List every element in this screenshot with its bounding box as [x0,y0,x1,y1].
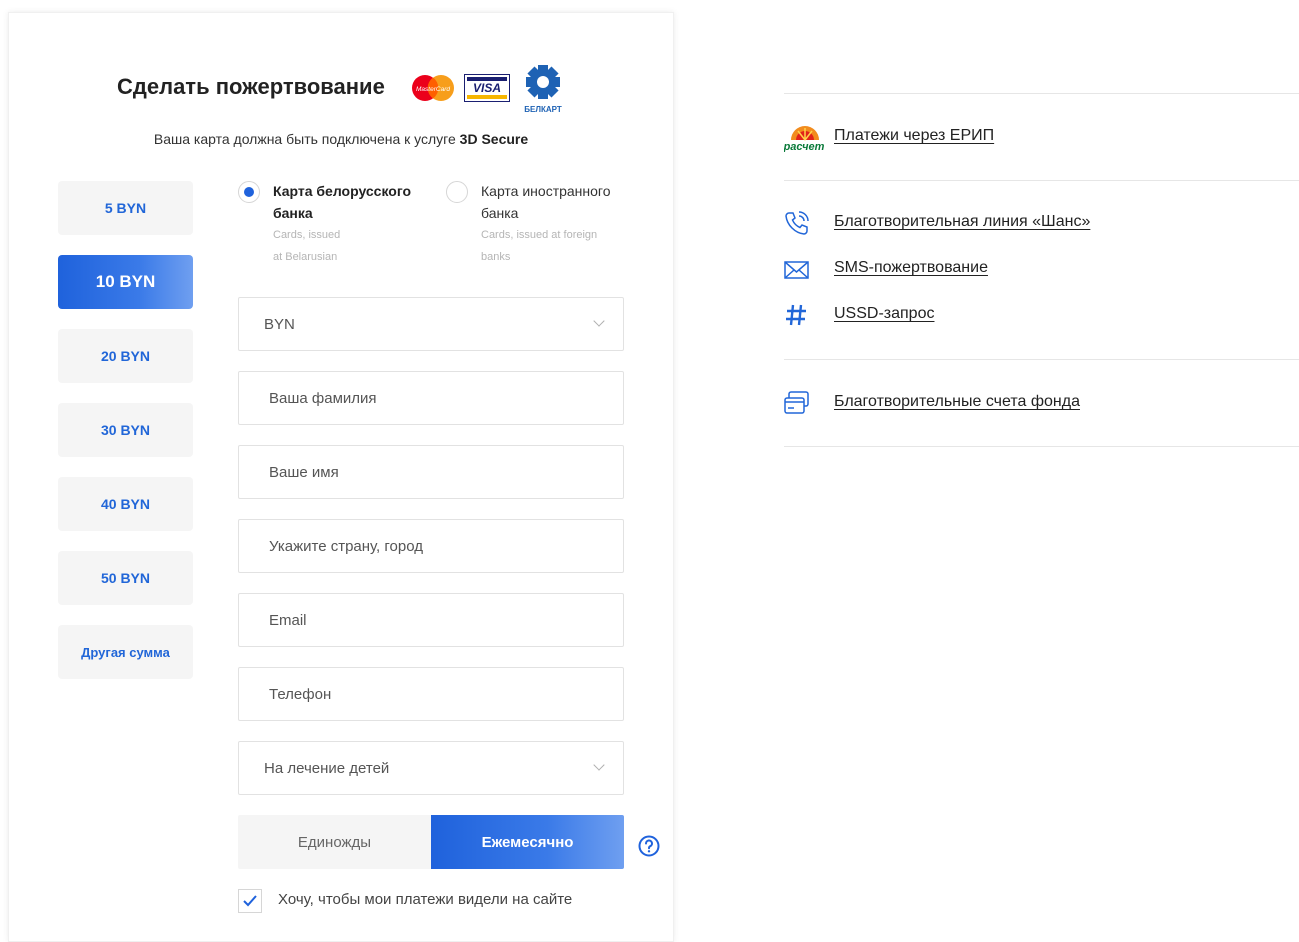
currency-select[interactable]: BYN [238,297,624,351]
card-foreign-note-line1: Cards, issued at foreign [481,229,598,241]
frequency-monthly-button[interactable]: Ежемесячно [431,815,624,869]
card-foreign-radio[interactable] [446,181,468,203]
amount-other-button[interactable]: Другая сумма [58,625,193,679]
surname-input[interactable]: Ваша фамилия [238,371,624,425]
name-input[interactable]: Ваше имя [238,445,624,499]
card-belarus-label-line1[interactable]: Карта белорусского [273,180,411,202]
chevron-down-icon [593,759,605,771]
form-title: Сделать пожертвование [117,74,385,99]
svg-text:MasterCard: MasterCard [416,86,450,93]
visa-logo: VISA [464,74,510,102]
chevron-down-icon [593,315,605,327]
card-foreign-note-line2: banks [481,251,511,263]
divider [784,93,1299,94]
hash-icon [786,304,806,326]
amount-10-button[interactable]: 10 BYN [58,255,193,309]
divider [784,446,1299,447]
card-foreign-label-line2[interactable]: банка [481,202,518,224]
location-input[interactable]: Укажите страну, город [238,519,624,573]
amount-20-button[interactable]: 20 BYN [58,329,193,383]
amount-30-button[interactable]: 30 BYN [58,403,193,457]
email-input[interactable]: Email [238,593,624,647]
erip-payments-link[interactable]: Платежи через ЕРИП [834,127,994,145]
card-belarus-radio[interactable] [238,181,260,203]
help-icon[interactable] [638,835,660,857]
divider [784,359,1299,360]
svg-text:БЕЛКАРТ: БЕЛКАРТ [524,105,562,114]
ussd-request-link[interactable]: USSD-запрос [834,305,934,323]
divider [784,180,1299,181]
amount-40-button[interactable]: 40 BYN [58,477,193,531]
charity-accounts-link[interactable]: Благотворительные счета фонда [834,393,1080,411]
card-belarus-label-line2[interactable]: банка [273,202,313,224]
sms-donation-link[interactable]: SMS-пожертвование [834,259,988,277]
purpose-select[interactable]: На лечение детей [238,741,624,795]
phone-input[interactable]: Телефон [238,667,624,721]
secure-notice: Ваша карта должна быть подключена к услу… [153,131,529,147]
card-belarus-note-line2: at Belarusian [273,251,338,263]
frequency-once-button[interactable]: Единожды [238,815,431,869]
svg-text:расчет: расчет [784,141,825,152]
charity-hotline-link[interactable]: Благотворительная линия «Шанс» [834,213,1090,231]
card-foreign-label-line1[interactable]: Карта иностранного [481,180,611,202]
public-payments-checkbox[interactable] [238,889,262,913]
card-icon [784,391,809,414]
belkart-logo: БЕЛКАРТ [524,65,562,114]
erip-raschet-logo: расчет [784,126,825,152]
checkmark-icon [243,895,257,907]
public-payments-label[interactable]: Хочу, чтобы мои платежи видели на сайте [278,891,572,908]
amount-5-button[interactable]: 5 BYN [58,181,193,235]
mastercard-logo: MasterCard [412,75,454,101]
phone-icon [785,211,809,235]
card-belarus-note-line1: Cards, issued [273,229,341,241]
envelope-icon [784,261,809,279]
amount-50-button[interactable]: 50 BYN [58,551,193,605]
